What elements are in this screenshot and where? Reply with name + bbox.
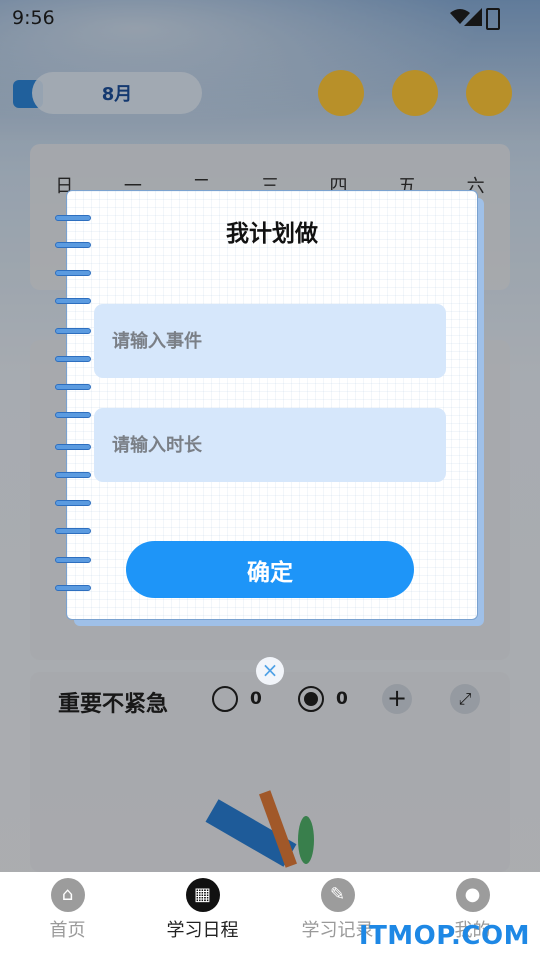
dialog-title: 我计划做 — [226, 221, 318, 247]
spiral-ring — [55, 557, 91, 563]
nav-schedule[interactable]: ▦ 学习日程 — [135, 872, 270, 960]
event-input[interactable] — [94, 304, 446, 378]
confirm-button[interactable]: 确定 — [126, 541, 414, 598]
spiral-ring — [55, 356, 91, 362]
nav-schedule-label: 学习日程 — [166, 920, 239, 941]
calendar-icon: ▦ — [185, 878, 220, 912]
spiral-ring — [55, 412, 91, 418]
spiral-ring — [55, 328, 91, 334]
spiral-ring — [55, 270, 91, 276]
record-icon: ✎ — [320, 878, 355, 912]
duration-input[interactable] — [94, 408, 446, 482]
close-icon[interactable]: × — [256, 657, 284, 685]
spiral-ring — [55, 585, 91, 591]
spiral-ring — [55, 298, 91, 304]
nav-home[interactable]: ⌂ 首页 — [0, 872, 135, 960]
profile-icon: ● — [455, 878, 490, 912]
nav-home-label: 首页 — [49, 920, 86, 941]
watermark: ITMOP.COM — [358, 921, 530, 951]
spiral-ring — [55, 384, 91, 390]
spiral-ring — [55, 472, 91, 478]
home-icon: ⌂ — [50, 878, 85, 912]
spiral-ring — [55, 444, 91, 450]
spiral-ring — [55, 528, 91, 534]
spiral-ring — [55, 500, 91, 506]
